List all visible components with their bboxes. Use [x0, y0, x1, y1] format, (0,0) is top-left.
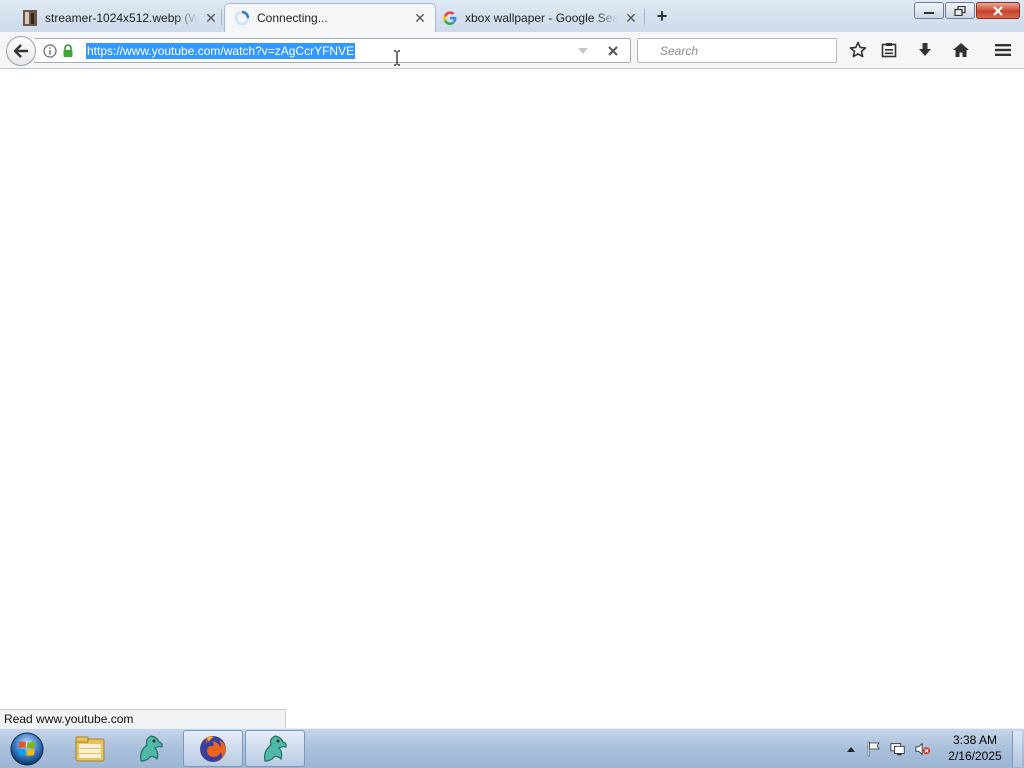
url-bar[interactable]: https://www.youtube.com/watch?v=zAgCcrYF… [34, 38, 631, 63]
volume-muted-icon[interactable] [915, 741, 931, 757]
dropdown-arrow-icon[interactable] [577, 45, 589, 57]
tab-google-search[interactable]: xbox wallpaper - Google Sea ✕ [442, 3, 638, 32]
tab-close-icon[interactable]: ✕ [624, 11, 638, 25]
back-button[interactable] [6, 36, 36, 66]
lock-icon[interactable] [61, 43, 75, 58]
clock-date: 2/16/2025 [948, 749, 1002, 763]
taskbar-dragon-app-active[interactable] [245, 730, 305, 767]
taskbar-firefox[interactable] [183, 730, 243, 767]
tab-separator [221, 9, 222, 25]
google-g-icon [442, 10, 458, 26]
text-cursor-icon [394, 50, 400, 66]
new-tab-button[interactable]: + [652, 6, 672, 26]
system-clock[interactable]: 3:38 AM 2/16/2025 [945, 732, 1005, 764]
tab-title: Connecting... [257, 11, 328, 25]
download-icon[interactable] [915, 40, 935, 60]
windows-taskbar: 3:38 AM 2/16/2025 [0, 728, 1024, 768]
search-input[interactable] [660, 42, 830, 59]
show-hidden-icons-arrow-icon[interactable] [843, 741, 859, 757]
tab-title: streamer-1024x512.webp (W [45, 10, 198, 25]
tab-title: xbox wallpaper - Google Sea [465, 10, 618, 25]
browser-tab-strip: streamer-1024x512.webp (W ✕ Connecting..… [0, 0, 1024, 32]
url-text-selected[interactable]: https://www.youtube.com/watch?v=zAgCcrYF… [86, 43, 356, 59]
windows-start-orb-icon [10, 732, 44, 766]
window-controls [913, 2, 1020, 19]
hamburger-menu-icon[interactable] [993, 40, 1013, 60]
search-box[interactable] [637, 38, 837, 63]
window-close-button[interactable] [976, 2, 1020, 19]
restore-button[interactable] [945, 2, 975, 19]
show-desktop-button[interactable] [1012, 731, 1022, 767]
image-thumbnail-icon [22, 9, 38, 26]
tab-connecting[interactable]: Connecting... ✕ [224, 3, 436, 32]
tab-separator [644, 9, 645, 25]
taskbar-windows-explorer[interactable] [60, 730, 120, 767]
navigation-toolbar: https://www.youtube.com/watch?v=zAgCcrYF… [0, 32, 1024, 69]
firefox-icon [200, 735, 226, 762]
reading-list-icon[interactable] [879, 40, 899, 60]
tab-close-icon[interactable]: ✕ [204, 11, 218, 25]
network-icon[interactable] [890, 741, 906, 757]
windows-explorer-icon [75, 736, 105, 761]
clock-time: 3:38 AM [952, 733, 998, 747]
home-icon[interactable] [951, 40, 971, 60]
minimize-button[interactable] [914, 2, 944, 19]
start-button[interactable] [7, 731, 47, 767]
action-center-flag-icon[interactable] [866, 741, 882, 757]
page-content-area [0, 70, 1024, 728]
info-icon[interactable] [42, 43, 57, 58]
tab-streamer-image[interactable]: streamer-1024x512.webp (W ✕ [22, 3, 218, 32]
taskbar-dragon-app[interactable] [121, 730, 181, 767]
app-dragon-icon [140, 734, 163, 762]
loading-spinner-icon [234, 10, 250, 26]
stop-icon[interactable] [605, 43, 621, 59]
app-dragon-icon [264, 734, 287, 762]
back-arrow-icon [13, 44, 28, 58]
bookmark-star-icon[interactable] [848, 40, 868, 60]
status-bar: Read www.youtube.com [0, 709, 286, 728]
tab-close-icon[interactable]: ✕ [413, 11, 427, 25]
